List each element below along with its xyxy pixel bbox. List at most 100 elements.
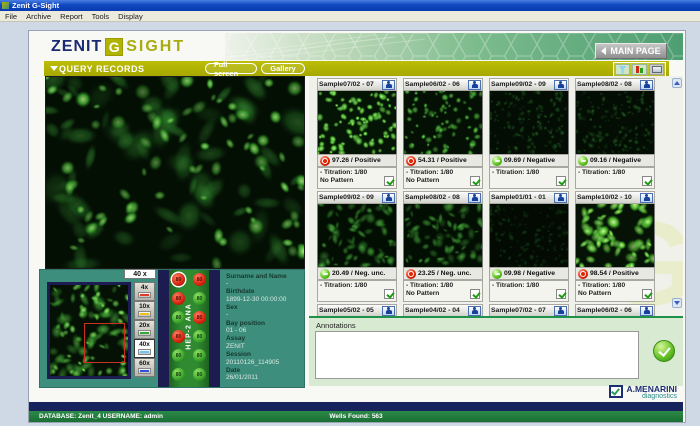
full-screen-button[interactable]: Full screen: [205, 63, 257, 74]
well-thumbnail[interactable]: [575, 204, 655, 267]
well-thumbnail[interactable]: [489, 204, 569, 267]
gallery-button[interactable]: Gallery: [261, 63, 305, 74]
result-bar: 09.69 / Negative: [489, 154, 569, 167]
patient-info-button[interactable]: [554, 80, 567, 90]
patient-field-value: 1899-12-30 00:00:00: [226, 296, 304, 304]
scroll-up-button[interactable]: [672, 78, 682, 88]
display-icon[interactable]: [649, 64, 664, 75]
well-1[interactable]: 80: [172, 273, 185, 286]
well-thumbnail[interactable]: [403, 204, 483, 267]
zoom-20x-button[interactable]: 20x: [134, 320, 155, 339]
zoom-10x-button[interactable]: 10x: [134, 301, 155, 320]
patient-info-button[interactable]: [382, 193, 395, 203]
patient-info-button[interactable]: [382, 80, 395, 90]
approve-checkbox[interactable]: [642, 176, 652, 186]
card-footer: - Titration: 1/80 No Pattern: [317, 167, 397, 189]
approve-checkbox[interactable]: [384, 176, 394, 186]
patient-info: Surname and Name-Birthdate1899-12-30 00:…: [226, 272, 304, 382]
well-5[interactable]: 80: [172, 311, 185, 324]
patient-info-button[interactable]: [382, 306, 395, 316]
negative-status-icon: [492, 156, 502, 166]
person-icon: [471, 81, 478, 89]
zoom-60x-button[interactable]: 60x: [134, 358, 155, 377]
pattern-text: No Pattern: [406, 290, 480, 298]
patient-info-button[interactable]: [468, 80, 481, 90]
main-fluorescence-image[interactable]: [45, 76, 305, 269]
well-4[interactable]: 80: [193, 292, 206, 305]
well-11[interactable]: 80: [172, 368, 185, 381]
patient-info-button[interactable]: [554, 193, 567, 203]
section-title: QUERY RECORDS: [59, 64, 145, 74]
sample-card: Sample07/02 - 07 97.26 / Positive - Titr…: [317, 78, 397, 189]
card-footer: - Titration: 1/80 No Pattern: [403, 167, 483, 189]
approve-checkbox[interactable]: [470, 176, 480, 186]
result-text: 20.49 / Neg. unc.: [332, 270, 385, 277]
card-footer: - Titration: 1/80: [489, 167, 569, 189]
result-bar: 54.31 / Positive: [403, 154, 483, 167]
sample-card: Sample09/02 - 09 09.69 / Negative - Titr…: [489, 78, 569, 189]
well-9[interactable]: 80: [172, 349, 185, 362]
menu-display[interactable]: Display: [118, 12, 143, 21]
well-8[interactable]: 80: [193, 330, 206, 343]
annotations-input[interactable]: [315, 331, 639, 379]
well-2[interactable]: 80: [193, 273, 206, 286]
zoom-4x-button[interactable]: 4x: [134, 282, 155, 301]
sample-title: Sample04/02 - 04: [405, 307, 468, 314]
patient-info-button[interactable]: [468, 193, 481, 203]
well-3[interactable]: 80: [172, 292, 185, 305]
menu-tools[interactable]: Tools: [92, 12, 110, 21]
slide-strip: 808080808080808080808080 HEP-2 ANA: [158, 270, 220, 387]
approve-checkbox[interactable]: [556, 289, 566, 299]
approve-checkbox[interactable]: [470, 289, 480, 299]
approve-checkbox[interactable]: [556, 176, 566, 186]
selection-rectangle[interactable]: [84, 323, 125, 363]
menu-report[interactable]: Report: [60, 12, 83, 21]
sample-card: Sample09/02 - 09 20.49 / Neg. unc. - Tit…: [317, 191, 397, 302]
zoom-level-buttons: 4x10x20x40x60x: [134, 282, 155, 377]
patient-info-button[interactable]: [468, 306, 481, 316]
sample-card-header: Sample05/02 - 05: [317, 304, 397, 316]
approve-checkbox[interactable]: [642, 289, 652, 299]
well-thumbnail[interactable]: [575, 91, 655, 154]
sample-card-header: Sample10/02 - 10: [575, 191, 655, 204]
well-thumbnail[interactable]: [317, 91, 397, 154]
results-chart-icon[interactable]: [632, 64, 647, 75]
well-thumbnail[interactable]: [403, 91, 483, 154]
person-icon: [557, 307, 564, 315]
navigator-image[interactable]: [50, 285, 128, 376]
main-page-button[interactable]: MAIN PAGE: [595, 43, 667, 59]
patient-field-label: Date: [226, 367, 304, 375]
menu-archive[interactable]: Archive: [26, 12, 51, 21]
well-10[interactable]: 80: [193, 349, 206, 362]
patient-info-button[interactable]: [640, 193, 653, 203]
title-bar[interactable]: Zenit G-Sight: [0, 0, 700, 11]
app-icon: [2, 2, 9, 9]
well-thumbnail[interactable]: [489, 91, 569, 154]
query-records-bar: QUERY RECORDS Full screen Gallery: [44, 61, 669, 76]
result-bar: 09.16 / Negative: [575, 154, 655, 167]
well-thumbnail[interactable]: [317, 204, 397, 267]
approve-checkbox[interactable]: [384, 289, 394, 299]
confirm-annotations-button[interactable]: [653, 340, 675, 362]
zoom-40x-button[interactable]: 40x: [134, 339, 155, 358]
negative-status-icon: [320, 269, 330, 279]
well-7[interactable]: 80: [172, 330, 185, 343]
well-6[interactable]: 80: [193, 311, 206, 324]
navigator-frame: [47, 282, 131, 379]
patient-info-button[interactable]: [554, 306, 567, 316]
card-footer: - Titration: 1/80: [317, 280, 397, 302]
patient-info-button[interactable]: [640, 306, 653, 316]
scroll-down-button[interactable]: [672, 298, 682, 308]
well-12[interactable]: 80: [193, 368, 206, 381]
filter-icon[interactable]: [615, 64, 630, 75]
menarini-branding: A.MENARINI diagnostics: [609, 385, 677, 401]
patient-field-value: -: [226, 311, 304, 319]
sample-card: Sample08/02 - 08 09.16 / Negative - Titr…: [575, 78, 655, 189]
sample-title: Sample08/02 - 08: [405, 194, 468, 201]
menu-file[interactable]: File: [5, 12, 17, 21]
patient-info-button[interactable]: [640, 80, 653, 90]
sample-card-header: Sample06/02 - 06: [575, 304, 655, 316]
patient-field-value: 01 - 06: [226, 327, 304, 335]
patient-field-label: Birthdate: [226, 288, 304, 296]
magnification-label: 40 x: [124, 269, 156, 279]
